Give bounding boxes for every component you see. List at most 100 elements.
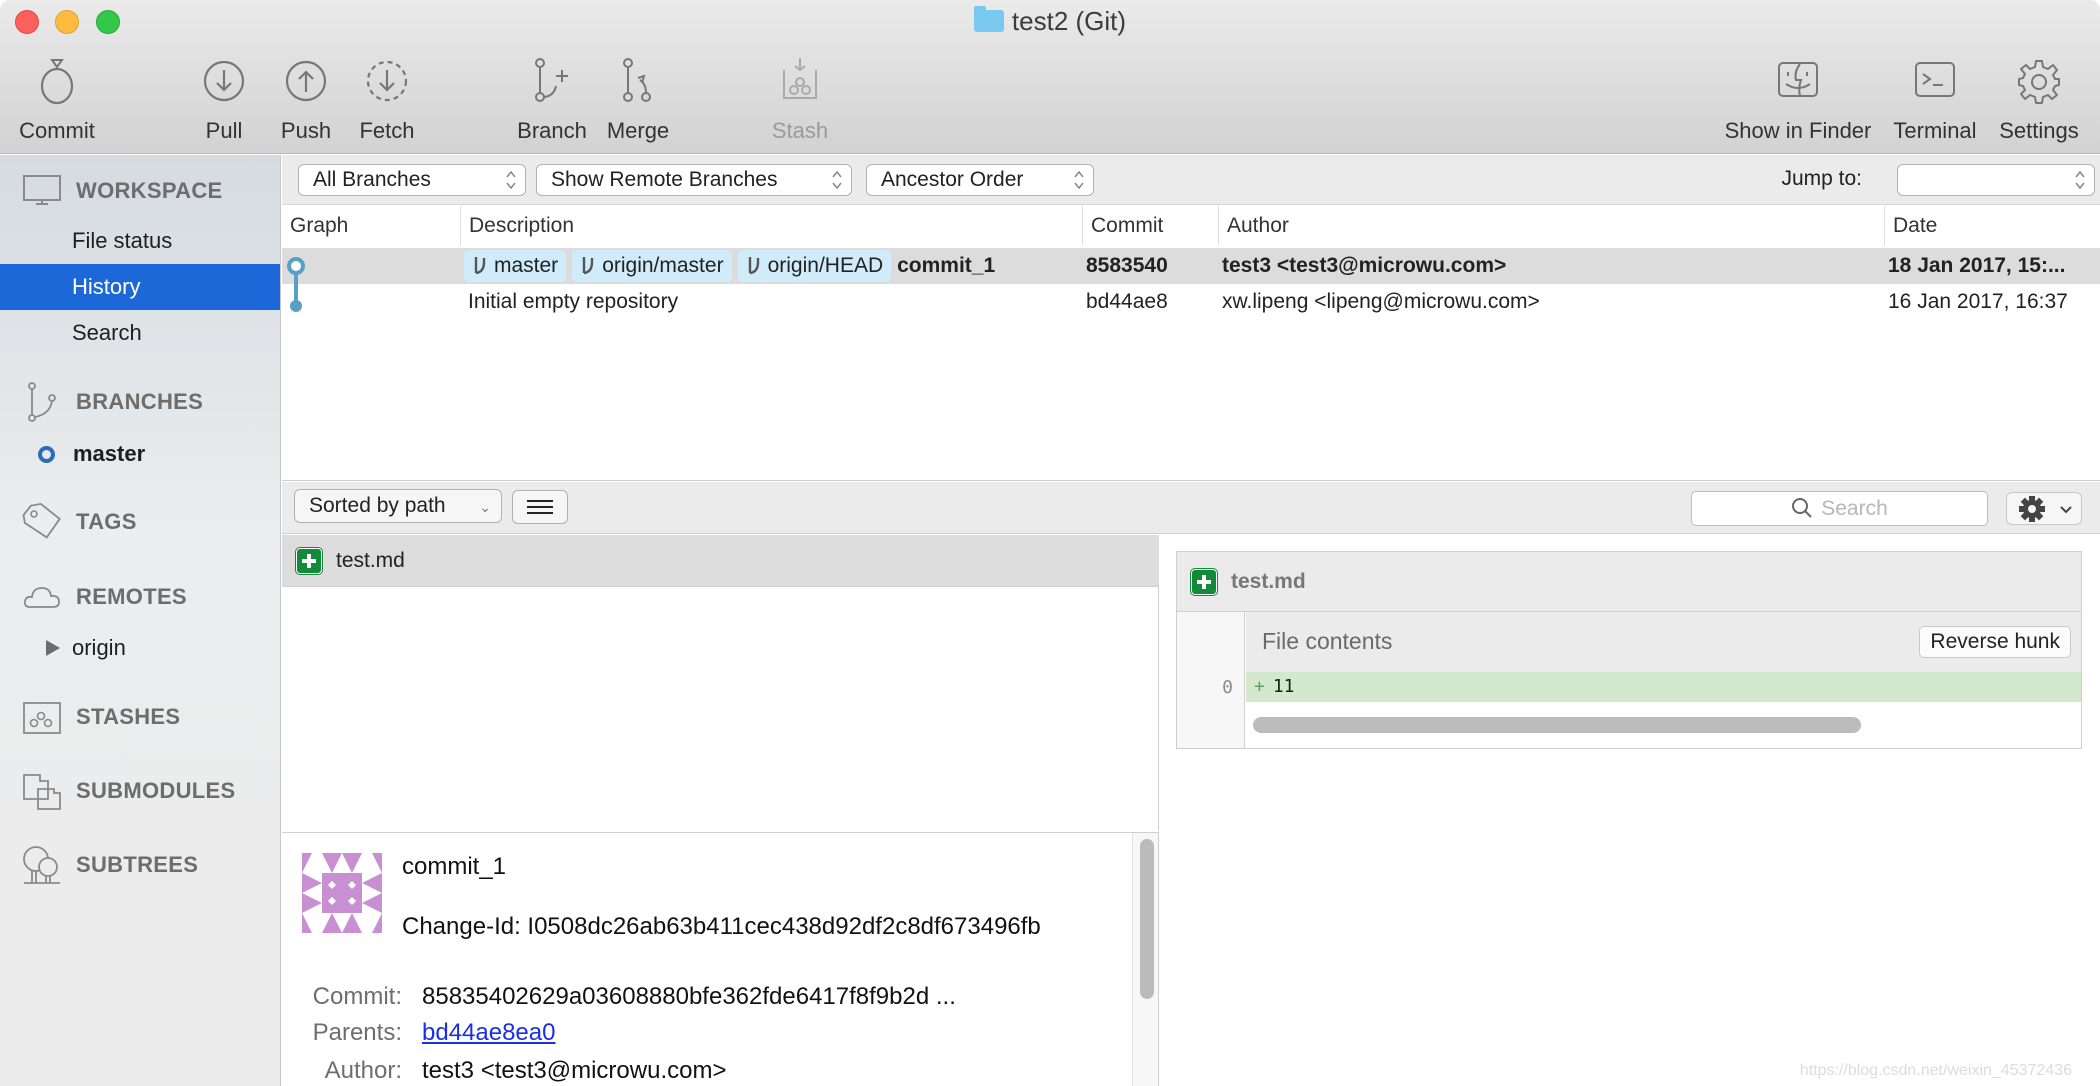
commit-graph: [287, 257, 305, 312]
sidebar-section-stashes[interactable]: STASHES: [22, 697, 180, 737]
parent-commit-link[interactable]: bd44ae8ea0: [422, 1019, 555, 1047]
watermark: https://blog.csdn.net/weixin_45372436: [1799, 1062, 2072, 1079]
author-label: Author:: [324, 1057, 402, 1084]
commit-label: Commit: [19, 118, 95, 143]
order-select[interactable]: Ancestor Order: [866, 164, 1094, 196]
fetch-icon: [366, 60, 408, 102]
stash-button[interactable]: Stash: [768, 56, 832, 144]
sidebar-section-remotes[interactable]: REMOTES: [22, 577, 187, 617]
scrollbar-thumb[interactable]: [1140, 839, 1154, 999]
chevron-down-icon: [2060, 506, 2072, 514]
diff-file-header: test.md: [1177, 552, 2081, 612]
commit-hash-label: Commit:: [312, 983, 402, 1010]
ref-tag-origin-master[interactable]: origin/master: [572, 250, 732, 282]
sidebar-section-tags[interactable]: TAGS: [22, 502, 137, 542]
merge-button[interactable]: Merge: [604, 56, 672, 144]
commit-hash-cell: bd44ae8: [1086, 290, 1168, 313]
terminal-button[interactable]: Terminal: [1888, 56, 1982, 144]
branch-icon: [535, 58, 568, 102]
sort-select[interactable]: Sorted by path ⌄: [294, 489, 502, 523]
commit-message: commit_1: [897, 254, 996, 277]
file-search-input[interactable]: Search: [1691, 491, 1988, 526]
stash-icon: [783, 58, 817, 99]
commit-row[interactable]: master origin/master origin/HEAD commit_1 8…: [282, 248, 2100, 284]
tag-icon: [22, 502, 61, 539]
push-button[interactable]: Push: [276, 56, 336, 144]
commit-row[interactable]: Initial empty repository bd44ae8 xw.lipe…: [282, 284, 2100, 320]
branches-filter-select[interactable]: All Branches: [298, 164, 526, 196]
horizontal-scrollbar[interactable]: [1253, 717, 1861, 733]
ref-name: origin/master: [602, 254, 724, 277]
column-header-author[interactable]: Author: [1218, 206, 1884, 246]
updown-chevron-icon: [1074, 170, 1084, 190]
fetch-label: Fetch: [359, 118, 415, 143]
description-cell: master origin/master origin/HEAD commit_1: [464, 248, 1080, 284]
subtrees-header: SUBTREES: [76, 852, 199, 877]
fetch-button[interactable]: Fetch: [352, 56, 422, 144]
column-header-graph[interactable]: Graph: [282, 206, 460, 246]
sidebar-item-search[interactable]: Search: [0, 310, 280, 356]
disclosure-triangle-icon[interactable]: [46, 640, 60, 656]
actions-gear-button[interactable]: [2006, 492, 2082, 525]
sidebar-section-submodules[interactable]: SUBMODULES: [22, 771, 235, 811]
stash-icon: [23, 702, 61, 734]
branch-button[interactable]: Branch: [514, 56, 590, 144]
commit-hash-value: 85835402629a03608880bfe362fde6417f8f9b2d…: [422, 983, 956, 1010]
pull-icon: [203, 60, 245, 102]
branches-filter-value: All Branches: [313, 168, 431, 191]
ref-name: origin/HEAD: [767, 254, 884, 277]
settings-label: Settings: [1999, 118, 2079, 143]
monitor-icon: [23, 175, 61, 205]
show-in-finder-button[interactable]: Show in Finder: [1718, 56, 1878, 144]
hunk-title: File contents: [1262, 628, 1393, 654]
reverse-hunk-button[interactable]: Reverse hunk: [1919, 626, 2071, 658]
column-header-description[interactable]: Description: [460, 206, 1082, 246]
ref-tag-master[interactable]: master: [464, 250, 567, 282]
pull-button[interactable]: Pull: [198, 56, 250, 144]
remote-branches-select[interactable]: Show Remote Branches: [536, 164, 852, 196]
pull-label: Pull: [205, 118, 243, 143]
list-view-button[interactable]: [512, 490, 568, 524]
gear-icon: [2019, 496, 2045, 522]
branch-icon: [582, 257, 594, 275]
sidebar-section-workspace[interactable]: WORKSPACE: [22, 171, 223, 211]
sidebar-item-file-status[interactable]: File status: [0, 218, 280, 264]
column-header-commit[interactable]: Commit: [1082, 206, 1218, 246]
diff-line-added: +11: [1246, 672, 2081, 702]
sort-value: Sorted by path: [309, 494, 446, 517]
gear-icon: [2018, 60, 2060, 104]
filter-bar: All Branches Show Remote Branches Ancest…: [282, 155, 2100, 205]
terminal-icon: [1915, 62, 1955, 97]
details-scrollbar[interactable]: [1132, 833, 1158, 1086]
jump-to-select[interactable]: [1897, 164, 2095, 196]
search-icon: [1792, 498, 1812, 518]
sidebar-remote-origin[interactable]: origin: [46, 635, 126, 661]
sidebar-item-history[interactable]: History: [0, 264, 280, 310]
finder-icon: [1778, 62, 1818, 97]
branch-icon: [474, 257, 486, 275]
submodules-header: SUBMODULES: [76, 778, 236, 803]
ref-tag-origin-head[interactable]: origin/HEAD: [737, 250, 892, 282]
description-cell: Initial empty repository: [468, 290, 679, 313]
sidebar-branch-master[interactable]: master: [38, 441, 145, 467]
line-number: 0: [1222, 677, 1233, 698]
window-title: test2 (Git): [0, 6, 2100, 37]
updown-chevron-icon: [832, 170, 842, 190]
date-cell: 18 Jan 2017, 15:...: [1888, 254, 2066, 277]
settings-button[interactable]: Settings: [1994, 56, 2084, 144]
commit-button[interactable]: Commit: [16, 56, 98, 144]
merge-icon: [623, 58, 651, 102]
submodules-icon: [23, 774, 61, 810]
remote-name: origin: [72, 635, 126, 660]
sidebar-section-subtrees[interactable]: SUBTREES: [22, 845, 198, 885]
column-header-date[interactable]: Date: [1884, 206, 2100, 246]
workspace-header: WORKSPACE: [76, 178, 223, 203]
commit-ring-icon: [40, 59, 74, 105]
list-icon-bar: [527, 506, 553, 508]
file-row[interactable]: test.md: [282, 535, 1159, 587]
sidebar-section-branches[interactable]: BRANCHES: [22, 382, 203, 422]
avatar: [302, 853, 382, 933]
terminal-label: Terminal: [1893, 118, 1977, 143]
branches-header: BRANCHES: [76, 389, 204, 414]
toolbar: test2 (Git) Commit Pull Push Fetch Branc…: [0, 0, 2100, 154]
